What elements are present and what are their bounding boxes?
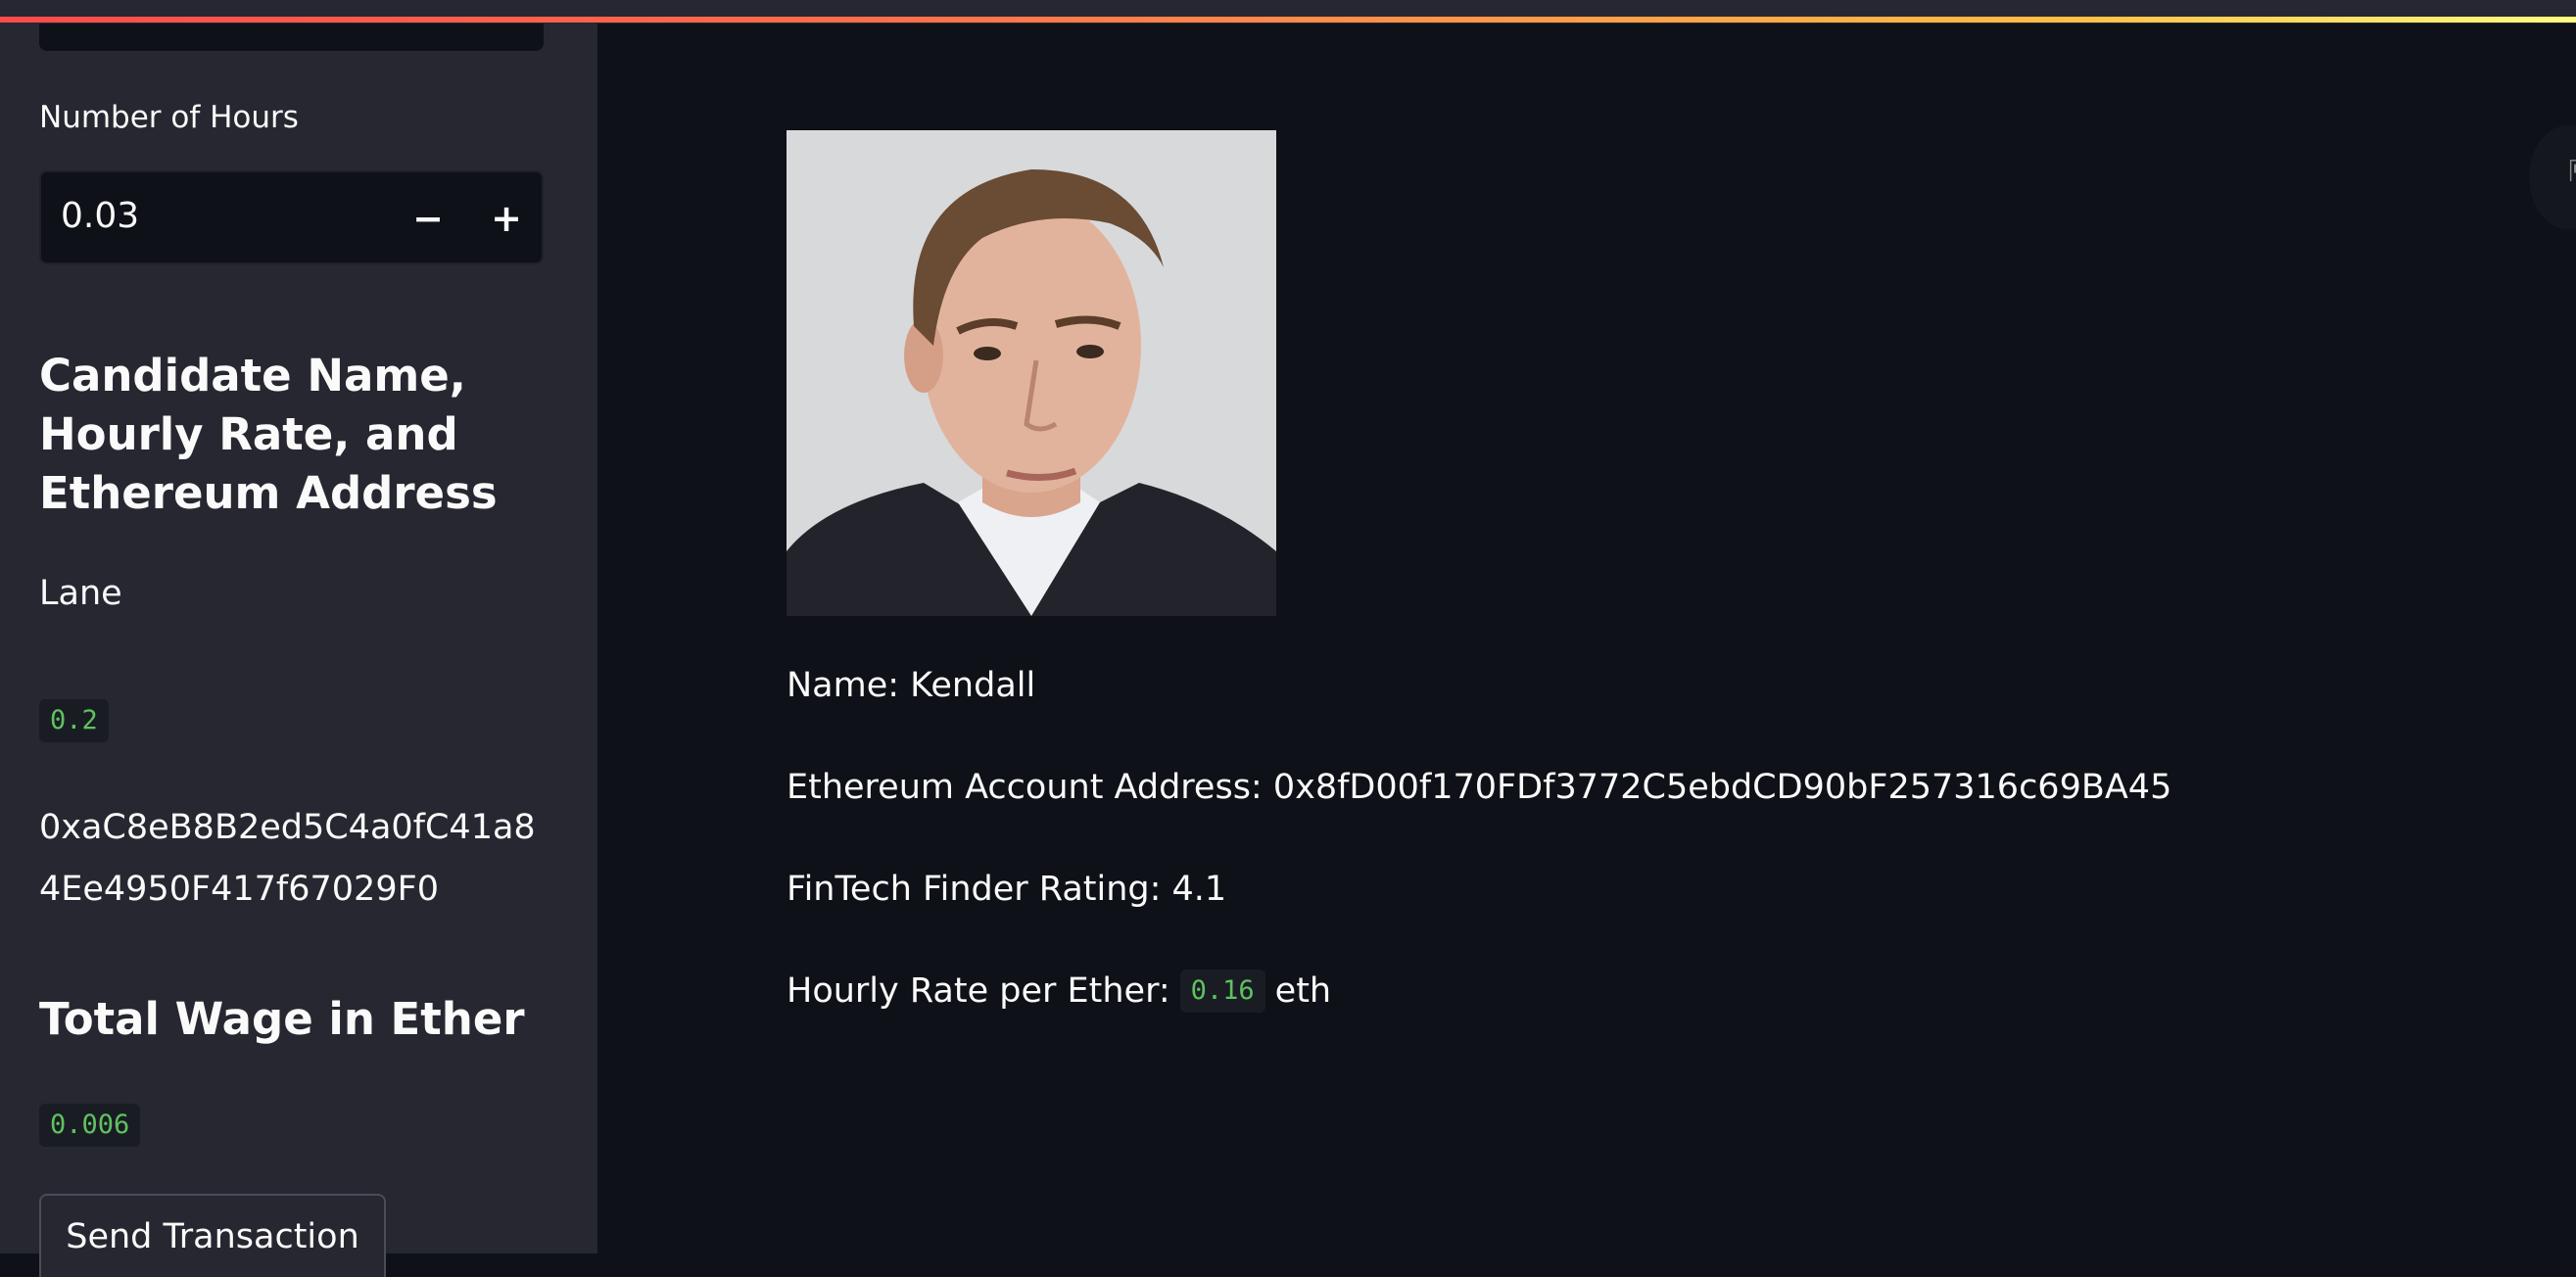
- hours-number-input[interactable]: 0.03 − +: [39, 170, 544, 264]
- fullscreen-icon: ⇱: [2568, 155, 2576, 189]
- candidate-address-line: Ethereum Account Address: 0x8fD00f170FDf…: [787, 768, 2172, 807]
- hours-value[interactable]: 0.03: [61, 196, 139, 236]
- candidate-photo: [787, 130, 1276, 616]
- hourly-rate-code: 0.16: [1179, 970, 1265, 1013]
- candidate-address: 0xaC8eB8B2ed5C4a0fC41a84Ee4950F417f67029…: [39, 808, 536, 909]
- hours-label: Number of Hours: [39, 100, 299, 135]
- candidate-rating-line: FinTech Finder Rating: 4.1: [787, 870, 1227, 909]
- decrement-button[interactable]: −: [396, 190, 460, 247]
- send-transaction-button[interactable]: Send Transaction: [39, 1194, 386, 1277]
- candidate-rate-code: 0.2: [39, 699, 109, 742]
- previous-select-input[interactable]: [39, 24, 544, 51]
- candidate-name: Lane: [39, 574, 122, 613]
- sidebar: Number of Hours 0.03 − + Candidate Name,…: [0, 24, 597, 1277]
- hourly-rate-label: Hourly Rate per Ether:: [787, 971, 1170, 1011]
- increment-button[interactable]: +: [474, 190, 539, 247]
- candidate-heading: Candidate Name, Hourly Rate, and Ethereu…: [39, 350, 498, 519]
- candidate-name-line: Name: Kendall: [787, 666, 1036, 705]
- app-header-bar: [0, 0, 2576, 24]
- total-wage-heading: Total Wage in Ether: [39, 993, 525, 1045]
- fullscreen-control[interactable]: ⇱: [2529, 125, 2576, 229]
- hourly-rate-line: Hourly Rate per Ether: 0.16 eth: [787, 970, 1331, 1013]
- hourly-rate-unit: eth: [1274, 971, 1332, 1011]
- main-content: Name: Kendall Ethereum Account Address: …: [597, 24, 2576, 1253]
- header-decoration-stripe: [0, 17, 2576, 23]
- total-wage-code: 0.006: [39, 1104, 141, 1147]
